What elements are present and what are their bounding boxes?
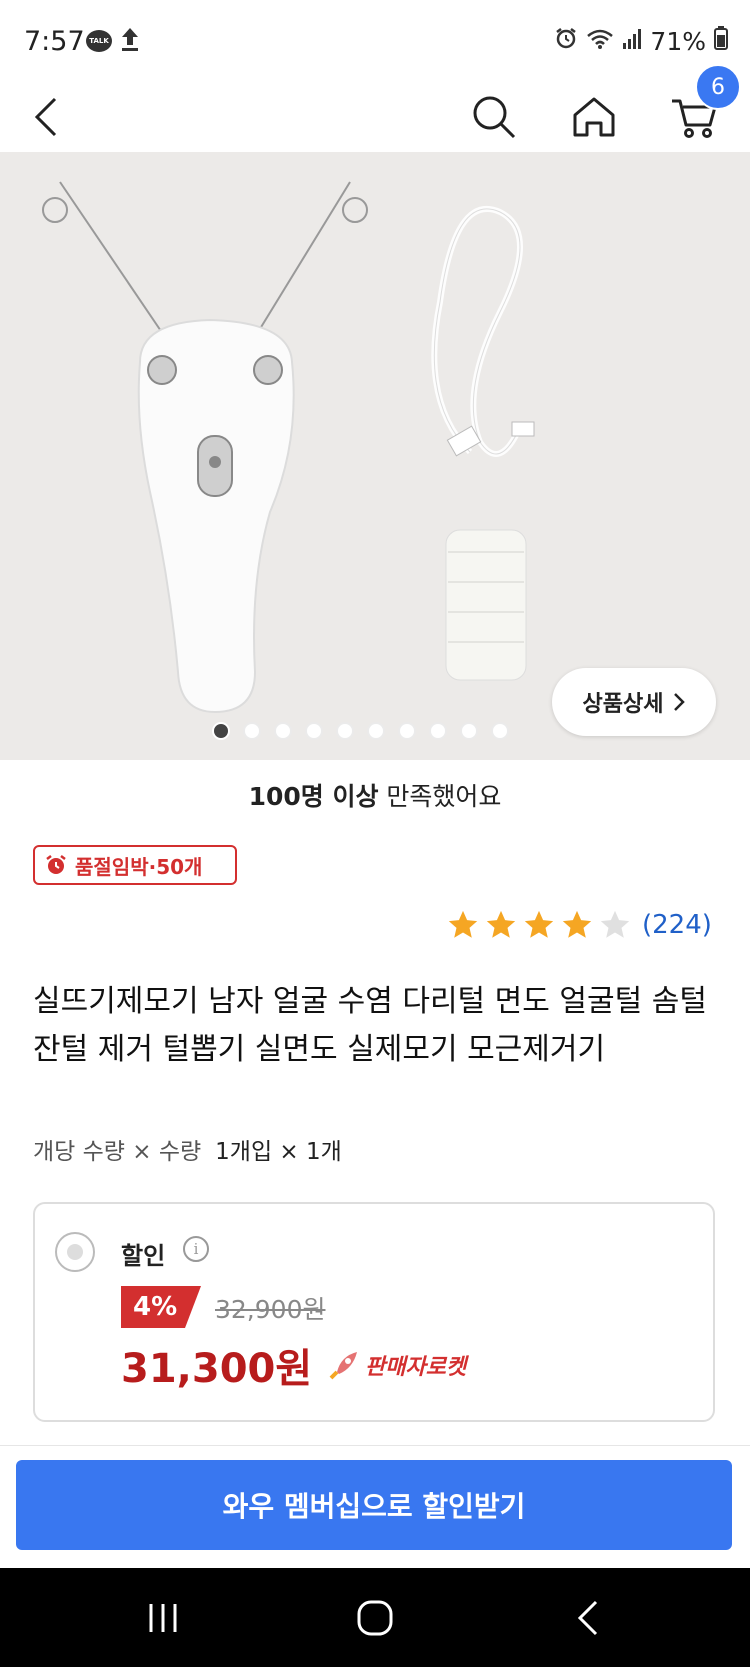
gallery-dot[interactable] bbox=[243, 722, 261, 740]
seller-rocket-label: 판매자로켓 bbox=[365, 1355, 467, 1380]
chevron-left-icon bbox=[34, 97, 57, 137]
sale-price: 31,300원 bbox=[121, 1346, 313, 1392]
signal-icon bbox=[622, 27, 642, 56]
search-icon bbox=[473, 96, 516, 139]
original-price: 32,900원 bbox=[215, 1295, 326, 1324]
status-time: 7:57 bbox=[24, 26, 85, 57]
home-icon bbox=[573, 97, 615, 137]
price-option-card[interactable]: 할인 i 4% 32,900원 31,300원 판매자로켓 bbox=[33, 1202, 715, 1422]
back-system-button[interactable] bbox=[538, 1568, 638, 1667]
discount-percent-badge: 4% bbox=[121, 1286, 201, 1328]
review-count[interactable]: (224) bbox=[642, 910, 712, 940]
rating[interactable]: (224) bbox=[446, 908, 712, 942]
battery-icon bbox=[714, 26, 728, 56]
rating-stars bbox=[446, 908, 632, 942]
star-icon bbox=[486, 910, 516, 938]
cart-count-badge: 6 bbox=[695, 64, 741, 110]
price-option-radio[interactable] bbox=[55, 1232, 95, 1272]
chevron-right-icon bbox=[674, 693, 686, 711]
wifi-icon bbox=[586, 27, 614, 56]
status-bar: 7:57 TALK 71% bbox=[0, 0, 750, 82]
gallery-dot[interactable] bbox=[212, 722, 230, 740]
wow-membership-discount-button[interactable]: 와우 멤버십으로 할인받기 bbox=[16, 1460, 732, 1550]
star-icon bbox=[600, 910, 630, 938]
gallery-dot[interactable] bbox=[336, 722, 354, 740]
satisfaction-bold: 100명 이상 bbox=[248, 782, 379, 811]
satisfaction-rest: 만족했어요 bbox=[378, 782, 502, 811]
back-arrow-icon bbox=[577, 1600, 598, 1635]
soldout-soon-text: 품절임박·50개 bbox=[75, 854, 203, 879]
upload-icon bbox=[120, 26, 140, 56]
search-button[interactable] bbox=[464, 82, 524, 152]
product-detail-label: 상품상세 bbox=[582, 692, 664, 717]
gallery-pagination bbox=[212, 722, 509, 740]
satisfaction-text: 100명 이상 만족했어요 bbox=[0, 777, 750, 813]
gallery-dot[interactable] bbox=[274, 722, 292, 740]
back-button[interactable] bbox=[16, 82, 76, 152]
gallery-dot[interactable] bbox=[398, 722, 416, 740]
top-nav bbox=[0, 82, 750, 152]
divider bbox=[0, 1445, 750, 1446]
home-button[interactable] bbox=[564, 82, 624, 152]
gallery-dot[interactable] bbox=[491, 722, 509, 740]
gallery-dot[interactable] bbox=[429, 722, 447, 740]
home-circle-icon bbox=[357, 1600, 393, 1635]
unit-label: 개당 수량 × 수량 bbox=[33, 1139, 202, 1165]
gallery-dot[interactable] bbox=[367, 722, 385, 740]
unit-info: 개당 수량 × 수량 1개입 × 1개 bbox=[33, 1132, 342, 1166]
star-icon bbox=[448, 910, 478, 938]
seller-rocket-badge: 판매자로켓 bbox=[327, 1348, 466, 1382]
alarm-icon bbox=[554, 26, 578, 56]
kakaotalk-icon: TALK bbox=[86, 30, 112, 52]
battery-percent: 71% bbox=[650, 26, 706, 56]
discount-label: 할인 bbox=[121, 1242, 166, 1270]
rocket-icon bbox=[329, 1352, 357, 1380]
gallery-dot[interactable] bbox=[305, 722, 323, 740]
star-icon bbox=[562, 910, 592, 938]
recent-apps-icon bbox=[149, 1603, 177, 1632]
soldout-soon-badge: 품절임박·50개 bbox=[33, 845, 237, 885]
unit-value: 1개입 × 1개 bbox=[215, 1139, 342, 1165]
home-system-button[interactable] bbox=[325, 1568, 425, 1667]
alarm-clock-icon bbox=[46, 855, 66, 874]
product-title: 실뜨기제모기 남자 얼굴 수염 다리털 면도 얼굴털 솜털 잔털 제거 털뽑기 … bbox=[33, 984, 707, 1067]
star-icon bbox=[524, 910, 554, 938]
recent-apps-button[interactable] bbox=[113, 1568, 213, 1667]
product-detail-button[interactable]: 상품상세 bbox=[552, 668, 716, 736]
gallery-dot[interactable] bbox=[460, 722, 478, 740]
system-nav-bar bbox=[0, 1568, 750, 1667]
info-icon[interactable]: i bbox=[183, 1236, 209, 1262]
